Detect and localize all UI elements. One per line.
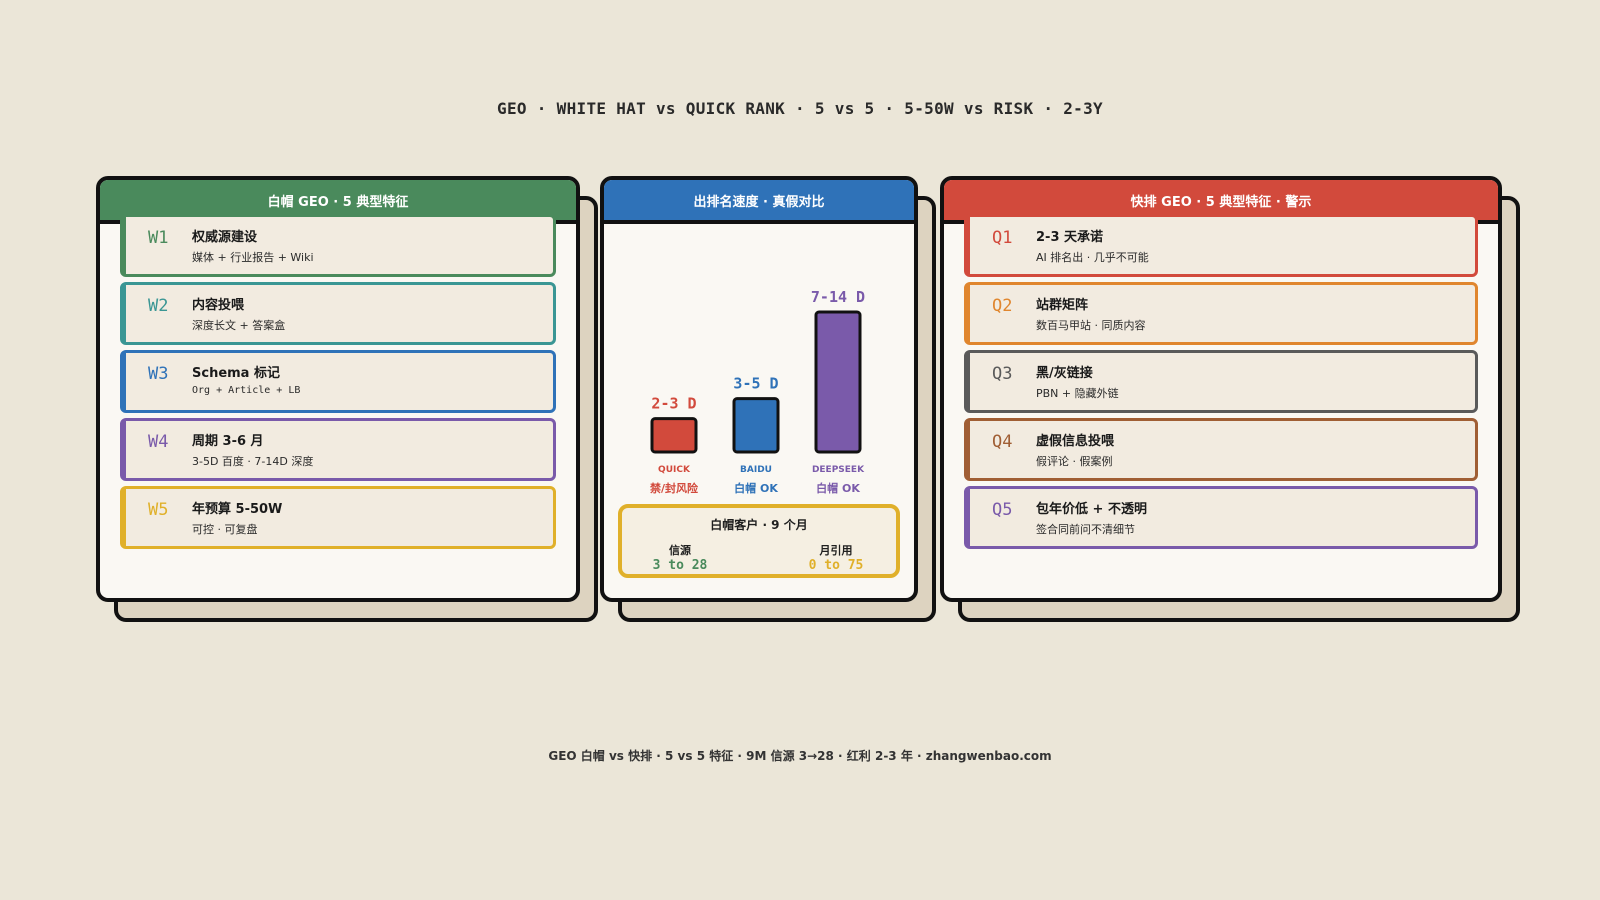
white-hat-client-box: 白帽客户 · 9 个月 信源 3 to 28 月引用 0 to 75 [618, 504, 900, 578]
status-label-baidu: 白帽 OK [734, 481, 778, 495]
panel-body: 出排名速度 · 真假对比 2-3 D QUICK 禁/封风险 3-5 D BAIDU 白帽… [600, 176, 918, 602]
quick-rank-card-q3: Q3 黑/灰链接 PBN + 隐藏外链 [964, 350, 1478, 413]
card-subtitle: 假评论 · 假案例 [1036, 455, 1113, 468]
card-code: W3 [148, 364, 169, 384]
panel-body: 快排 GEO · 5 典型特征 · 警示 Q1 2-3 天承诺 AI 排名出 · 几… [940, 176, 1502, 602]
quick-rank-card-q1: Q1 2-3 天承诺 AI 排名出 · 几乎不可能 [964, 214, 1478, 277]
card-code: Q2 [992, 296, 1013, 316]
card-title: 内容投喂 [192, 298, 245, 313]
card-subtitle: 深度长文 + 答案盒 [192, 319, 286, 332]
card-subtitle: PBN + 隐藏外链 [1036, 387, 1119, 400]
quick-rank-card-q4: Q4 虚假信息投喂 假评论 · 假案例 [964, 418, 1478, 481]
card-subtitle: AI 排名出 · 几乎不可能 [1036, 251, 1149, 264]
card-subtitle: Org + Article + LB [192, 385, 301, 396]
value-label-deepseek: 7-14 D [811, 288, 865, 306]
card-code: W5 [148, 500, 169, 520]
white-hat-card-w3: W3 Schema 标记 Org + Article + LB [120, 350, 556, 413]
value-label-quick: 2-3 D [651, 395, 696, 413]
quick-rank-card-q5: Q5 包年价低 + 不透明 签合同前问不清细节 [964, 486, 1478, 549]
status-label-deepseek: 白帽 OK [816, 481, 860, 495]
card-code: Q1 [992, 228, 1013, 248]
white-hat-card-w4: W4 周期 3-6 月 3-5D 百度 · 7-14D 深度 [120, 418, 556, 481]
white-hat-card-w5: W5 年预算 5-50W 可控 · 可复盘 [120, 486, 556, 549]
card-code: Q5 [992, 500, 1013, 520]
speed-chart: 2-3 D QUICK 禁/封风险 3-5 D BAIDU 白帽 OK 7-14 D DEEP… [650, 288, 865, 495]
card-code: W2 [148, 296, 169, 316]
panel-body: 白帽 GEO · 5 典型特征 W1 权威源建设 媒体 + 行业报告 + Wiki W… [96, 176, 580, 602]
white-hat-panel: 白帽 GEO · 5 典型特征 W1 权威源建设 媒体 + 行业报告 + Wiki W… [96, 176, 598, 622]
card-title: 虚假信息投喂 [1036, 434, 1115, 449]
status-label-quick: 禁/封风险 [650, 481, 699, 495]
bar-quick [650, 417, 698, 454]
category-label-quick: QUICK [658, 465, 691, 475]
card-title: 黑/灰链接 [1036, 366, 1093, 381]
card-code: Q4 [992, 432, 1013, 452]
speed-header: 出排名速度 · 真假对比 [604, 180, 914, 224]
card-code: Q3 [992, 364, 1013, 384]
white-hat-card-w2: W2 内容投喂深度长文 + 答案盒 [120, 282, 556, 345]
card-code: W4 [148, 432, 169, 452]
card-title: 2-3 天承诺 [1036, 230, 1104, 245]
quick-rank-card-q2: Q2 站群矩阵数百马甲站 · 同质内容 [964, 282, 1478, 345]
card-title: 年预算 5-50W [192, 502, 283, 517]
page-title: GEO · WHITE HAT vs QUICK RANK · 5 vs 5 ·… [497, 99, 1103, 118]
white-hat-card-w1: W1 权威源建设媒体 + 行业报告 + Wiki [120, 214, 556, 277]
category-label-baidu: BAIDU [740, 465, 772, 475]
value-label-baidu: 3-5 D [733, 375, 778, 393]
card-title: 站群矩阵 [1036, 298, 1089, 313]
card-title: 周期 3-6 月 [192, 434, 264, 449]
citation-value: 0 to 75 [808, 558, 864, 573]
footer-caption: GEO 白帽 vs 快排 · 5 vs 5 特征 · 9M 信源 3→28 · … [548, 749, 1052, 763]
client-box-title: 白帽客户 · 9 个月 [710, 518, 808, 532]
card-subtitle: 签合同前问不清细节 [1036, 523, 1135, 536]
card-title: 权威源建设 [192, 230, 258, 245]
bar-baidu [732, 397, 780, 454]
citation-label: 月引用 [819, 544, 853, 557]
card-subtitle: 媒体 + 行业报告 + Wiki [192, 251, 314, 264]
card-code: W1 [148, 228, 169, 248]
source-value: 3 to 28 [652, 558, 708, 573]
quick-rank-panel: 快排 GEO · 5 典型特征 · 警示 Q1 2-3 天承诺 AI 排名出 · 几… [940, 176, 1520, 622]
card-subtitle: 数百马甲站 · 同质内容 [1036, 319, 1146, 332]
bar-deepseek [814, 310, 862, 454]
category-label-deepseek: DEEPSEEK [812, 465, 865, 475]
card-subtitle: 可控 · 可复盘 [192, 523, 258, 536]
card-title: Schema 标记 [192, 366, 280, 381]
speed-panel: 出排名速度 · 真假对比 2-3 D QUICK 禁/封风险 3-5 D BAIDU 白帽… [600, 176, 936, 622]
source-label: 信源 [669, 544, 691, 557]
card-subtitle: 3-5D 百度 · 7-14D 深度 [192, 455, 314, 468]
card-title: 包年价低 + 不透明 [1036, 502, 1147, 517]
